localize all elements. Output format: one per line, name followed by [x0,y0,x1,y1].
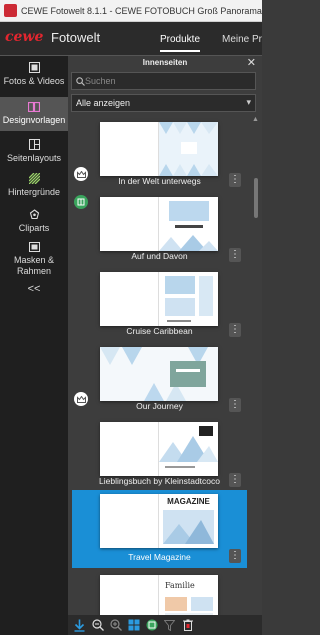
template-title: Travel Magazine [128,552,191,562]
template-title: Auf und Davon [131,251,188,261]
panel-title: Innenseiten [142,58,188,67]
zoom-out-icon[interactable] [91,619,104,632]
download-icon[interactable] [73,619,86,632]
template-card[interactable]: In der Welt unterwegs ⋮ [72,118,247,188]
main-menubar: cewe Fotowelt Produkte Meine Proje [0,22,262,56]
sidebar-item-label: Cliparts [18,223,50,233]
window-title: CEWE Fotowelt 8.1.1 - CEWE FOTOBUCH Groß… [21,5,262,16]
template-card-selected[interactable]: MAGAZINE Travel Magazine ⋮ [72,490,247,568]
sidebar-item-seitenlayouts[interactable]: Seitenlayouts [0,131,68,164]
fotowelt-wordmark: Fotowelt [51,30,101,45]
scroll-thumb[interactable] [254,178,258,218]
template-title: Our Journey [136,401,183,411]
collapse-sidebar-button[interactable]: << [0,283,68,295]
sidebar-item-designvorlagen[interactable]: Designvorlagen [0,97,68,131]
more-options-icon[interactable]: ⋮ [229,248,241,262]
template-card[interactable]: Lieblingsbuch by Kleinstadtcoco ⋮ [72,418,247,488]
more-options-icon[interactable]: ⋮ [229,323,241,337]
tab-produkte[interactable]: Produkte [160,34,201,52]
template-title: Cruise Caribbean [126,326,193,336]
thumbnail-heading: Familie [165,581,195,590]
filter-icon[interactable] [163,619,176,632]
template-card[interactable]: Cruise Caribbean ⋮ [72,268,247,338]
filter-select[interactable]: Alle anzeigen ▾ [71,94,256,112]
search-input[interactable] [85,76,245,86]
more-options-icon[interactable]: ⋮ [229,173,241,187]
sidebar-item-masken-rahmen[interactable]: Masken & Rahmen [0,234,68,279]
more-options-icon[interactable]: ⋮ [229,549,241,563]
more-options-icon[interactable]: ⋮ [229,473,241,487]
zoom-in-icon[interactable] [109,619,122,632]
cewe-logo: cewe [5,29,44,45]
template-card[interactable]: Familie [72,571,247,618]
sidebar-item-label: Hintergründe [7,187,61,197]
sidebar-item-label: Masken & Rahmen [13,255,55,276]
green-filter-icon[interactable] [145,619,158,632]
sidebar-item-label: Fotos & Videos [3,76,65,86]
sidebar-item-hintergruende[interactable]: Hintergründe [0,164,68,201]
bottom-toolbar [68,615,262,635]
design-templates-icon [28,102,40,112]
chevron-down-icon: ▾ [246,97,251,107]
template-thumbnail [100,272,218,326]
search-icon [76,76,85,86]
sidebar-item-fotos-videos[interactable]: Fotos & Videos [0,56,68,97]
vertical-scrollbar[interactable]: ▲ ▼ [252,116,259,621]
template-thumbnail [100,197,218,251]
app-icon [4,4,17,17]
sidebar-item-cliparts[interactable]: Cliparts [0,201,68,234]
delete-icon[interactable] [181,619,194,632]
template-thumbnail: MAGAZINE [100,494,218,548]
template-title: Lieblingsbuch by Kleinstadtcoco [99,476,220,486]
tab-meine-projekte[interactable]: Meine Proje [222,34,262,45]
template-thumbnail [100,122,218,176]
window-titlebar: CEWE Fotowelt 8.1.1 - CEWE FOTOBUCH Groß… [0,0,262,22]
search-field[interactable] [71,72,256,90]
template-thumbnail [100,422,218,476]
scroll-up-icon[interactable]: ▲ [252,116,259,123]
sidebar-item-label: Designvorlagen [2,115,66,125]
panel-header: Innenseiten ✕ [68,56,262,70]
page-layouts-icon [28,139,40,150]
filter-value: Alle anzeigen [76,98,131,108]
grid-view-icon[interactable] [127,619,140,632]
close-icon[interactable]: ✕ [247,56,256,69]
template-list: In der Welt unterwegs ⋮ Auf und Davon ⋮ … [68,118,262,618]
photos-icon [28,62,40,73]
thumbnail-heading: MAGAZINE [167,497,210,506]
templates-panel: Innenseiten ✕ Alle anzeigen ▾ In der Wel… [68,56,262,635]
sidebar-item-label: Seitenlayouts [6,153,62,163]
template-card[interactable]: Our Journey ⋮ [72,343,247,413]
backgrounds-icon [28,173,40,184]
sidebar: Fotos & Videos Designvorlagen Seitenlayo… [0,56,68,635]
template-card[interactable]: Auf und Davon ⋮ [72,193,247,263]
template-title: In der Welt unterwegs [118,176,201,186]
template-thumbnail: Familie [100,575,218,618]
template-thumbnail [100,347,218,401]
cliparts-icon [29,209,39,220]
green-badge-icon [74,195,88,209]
masks-frames-icon [28,242,40,252]
more-options-icon[interactable]: ⋮ [229,398,241,412]
